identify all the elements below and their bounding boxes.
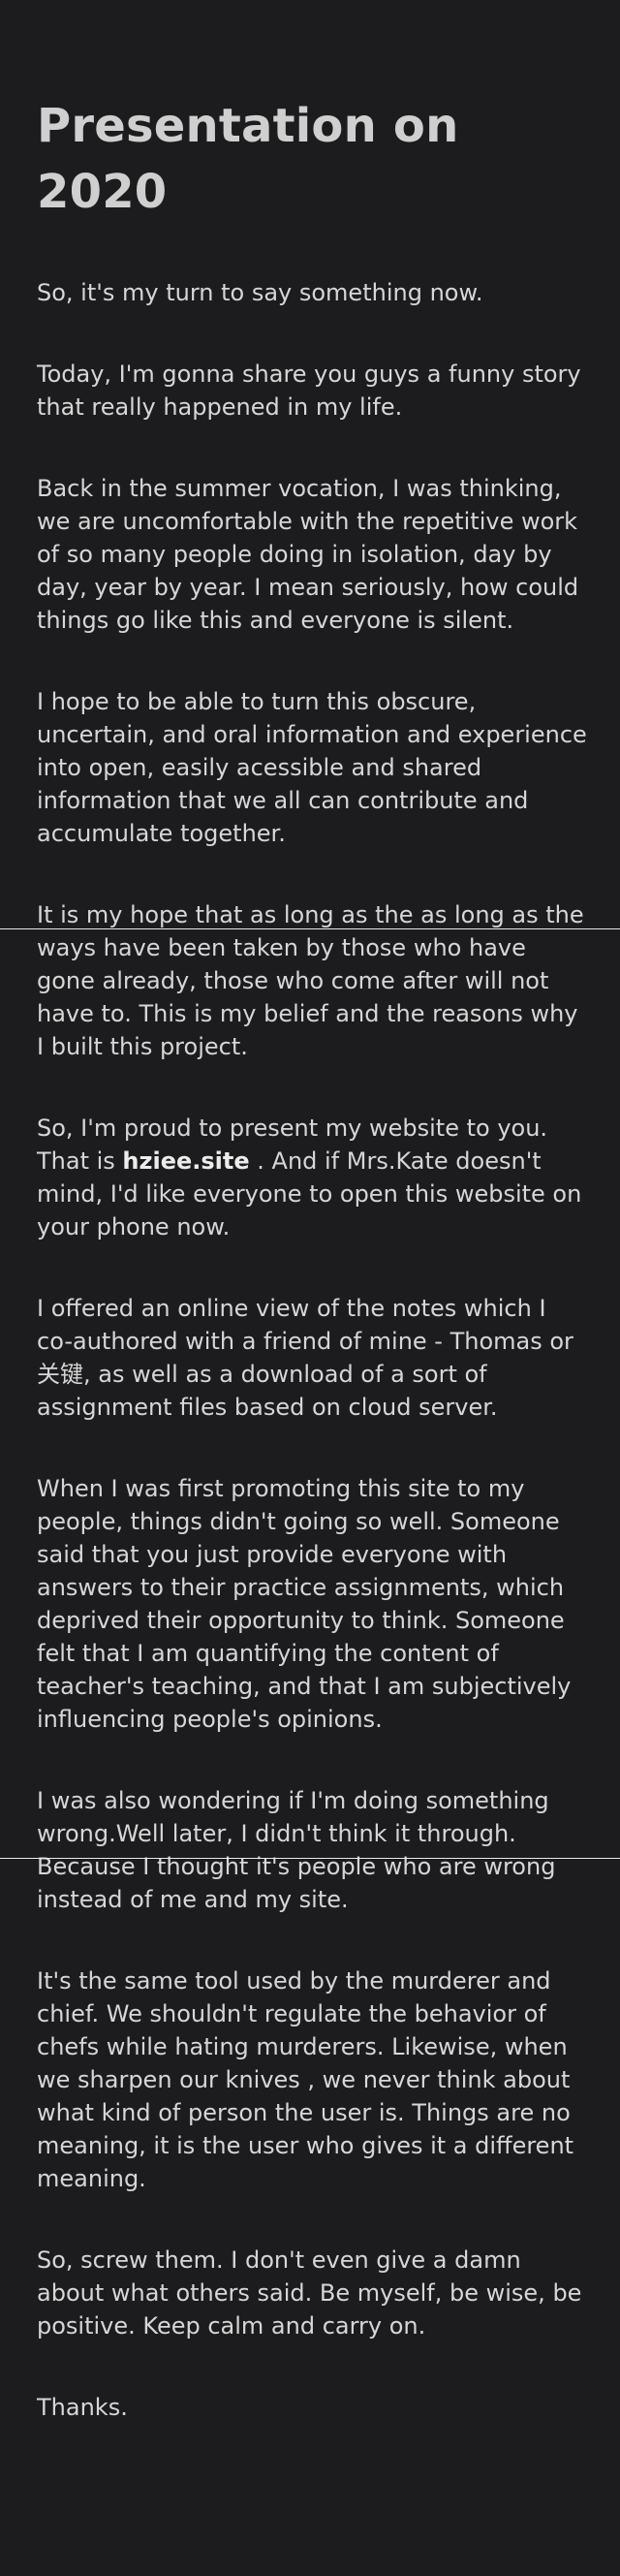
paragraph-1: So, it's my turn to say something now. <box>37 279 483 306</box>
paragraph-7: I offered an online view of the notes wh… <box>37 1295 574 1421</box>
paragraph-2: Today, I'm gonna share you guys a funny … <box>37 361 581 421</box>
paragraph-10: It's the same tool used by the murderer … <box>37 1967 574 2192</box>
website-paragraph: So, I'm proud to present my website to y… <box>37 1112 589 1243</box>
paragraph-9: I was also wondering if I'm doing someth… <box>37 1787 556 1913</box>
site-name: hziee.site <box>122 1147 250 1175</box>
horizontal-divider <box>0 1858 620 1859</box>
paragraph-3: Back in the summer vocation, I was think… <box>37 475 579 634</box>
article: Presentation on 2020 So, it's my turn to… <box>37 93 589 2472</box>
page-title: Presentation on 2020 <box>37 99 459 219</box>
paragraph-8: When I was first promoting this site to … <box>37 1475 572 1733</box>
horizontal-divider <box>0 928 620 929</box>
paragraph-5: It is my hope that as long as the as lon… <box>37 901 584 1060</box>
closing-paragraph: Thanks. <box>37 2394 128 2421</box>
paragraph-11: So, screw them. I don't even give a damn… <box>37 2246 582 2340</box>
paragraph-4: I hope to be able to turn this obscure, … <box>37 688 587 847</box>
